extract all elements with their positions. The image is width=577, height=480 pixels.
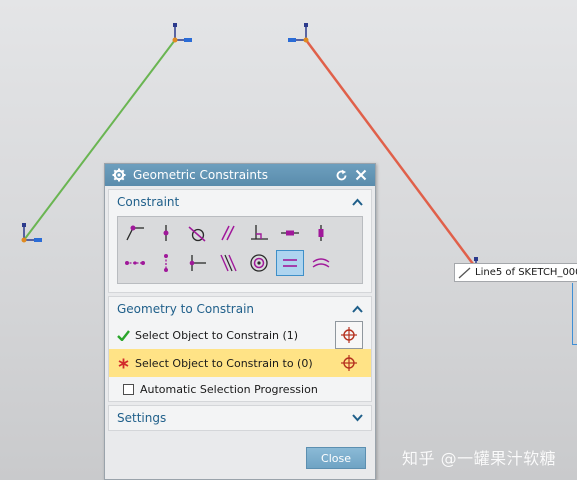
reset-icon[interactable] [333,167,349,183]
select-target-row[interactable]: Select Object to Constrain to (0) [109,349,371,377]
geometric-constraints-dialog: Geometric Constraints Constraint Geometr… [104,163,376,480]
chevron-down-icon[interactable] [351,412,363,424]
section-title: Settings [117,411,167,425]
crosshair-select-button[interactable] [335,349,363,377]
close-button[interactable]: Close [306,447,366,469]
gear-icon[interactable] [111,167,127,183]
asterisk-icon [115,358,131,369]
geometry-section: Geometry to Constrain Select Object to C… [108,296,372,402]
close-icon[interactable] [353,167,369,183]
point-marker[interactable] [172,23,193,43]
select-object-row[interactable]: Select Object to Constrain (1) [109,321,371,349]
auto-progression-label: Automatic Selection Progression [140,382,318,396]
object-tooltip: Line5 of SKETCH_000 [454,263,577,282]
concentric-icon[interactable] [245,250,273,276]
point-on-curve-icon[interactable] [152,220,180,246]
parallel-icon[interactable] [214,220,242,246]
equal-length-icon[interactable] [276,250,304,276]
section-title: Constraint [117,195,180,209]
point-marker[interactable] [21,223,43,243]
perpendicular-icon[interactable] [245,220,273,246]
dialog-titlebar[interactable]: Geometric Constraints [105,164,375,186]
midpoint-icon[interactable] [121,250,149,276]
vertical-align-points-icon[interactable] [152,250,180,276]
checkmark-icon [115,329,131,341]
crosshair-select-button[interactable] [335,321,363,349]
point-marker[interactable] [288,23,309,43]
selection-frame [572,283,577,345]
dialog-title: Geometric Constraints [133,168,268,182]
constraint-section-header[interactable]: Constraint [109,190,371,214]
chevron-up-icon[interactable] [351,303,363,315]
tooltip-text: Line5 of SKETCH_000 [475,267,577,278]
chevron-up-icon[interactable] [351,196,363,208]
geometry-section-header[interactable]: Geometry to Constrain [109,297,371,321]
watermark: 知乎 @一罐果汁软糖 [402,449,557,468]
constraint-section: Constraint [108,189,372,293]
tangent-icon[interactable] [183,220,211,246]
select-object-label: Select Object to Constrain (1) [135,328,299,342]
line-icon [458,267,471,279]
settings-section-header[interactable]: Settings [109,406,371,430]
settings-section: Settings [108,405,372,431]
select-target-label: Select Object to Constrain to (0) [135,356,313,370]
collinear-icon[interactable] [214,250,242,276]
auto-progression-checkbox[interactable] [123,383,134,395]
vertical-icon[interactable] [307,220,335,246]
auto-progression-row[interactable]: Automatic Selection Progression [109,377,371,401]
coincident-icon[interactable] [121,220,149,246]
horizontal-icon[interactable] [276,220,304,246]
point-on-line-icon[interactable] [183,250,211,276]
constraint-palette [117,216,363,284]
section-title: Geometry to Constrain [117,302,255,316]
equal-radius-icon[interactable] [307,250,335,276]
